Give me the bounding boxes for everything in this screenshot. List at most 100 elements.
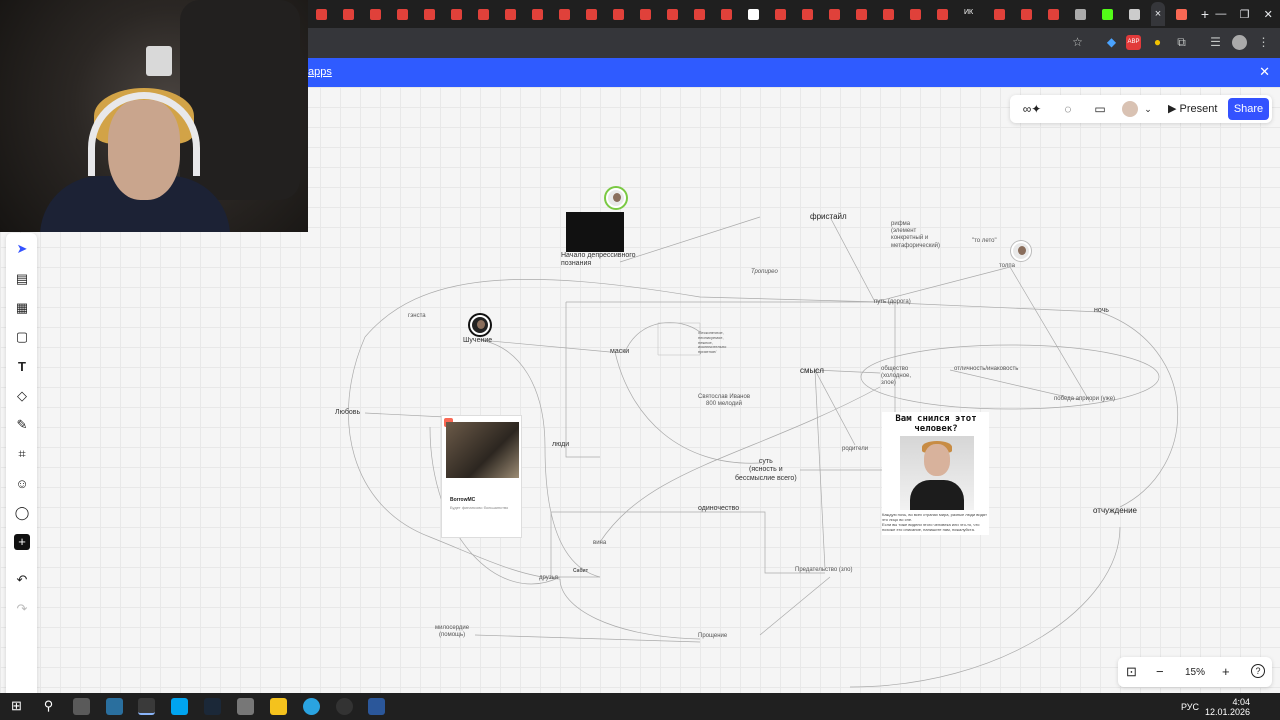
select-cursor-icon[interactable]: ➤ [14,241,30,257]
steam-icon[interactable] [204,698,221,715]
close-icon[interactable]: ✕ [1259,64,1270,80]
node-love[interactable]: Любовь [335,409,360,417]
tab-vk-icon[interactable]: ИК [964,9,978,20]
tab-youtube-icon[interactable] [910,8,921,20]
tab-google-icon[interactable] [748,8,759,20]
zoom-out-button[interactable]: − [1156,664,1164,680]
tab-youtube-icon[interactable] [1021,8,1032,20]
emoji-icon[interactable]: ☺ [14,476,30,492]
file-explorer-icon[interactable] [270,698,287,715]
new-tab-button[interactable]: + [1201,6,1209,22]
telegram-icon[interactable] [303,698,320,715]
zoom-level[interactable]: 15% [1180,665,1210,681]
node-tropireo[interactable]: Тропирео [751,269,778,276]
undo-icon[interactable]: ↶ [14,572,30,588]
node-joking[interactable]: Шучение [463,337,492,345]
tab-youtube-icon[interactable] [640,8,651,20]
node-alienation[interactable]: отчуждение [1093,506,1137,516]
tab-youtube-icon[interactable] [424,8,435,20]
language-indicator[interactable]: РУС [1181,702,1199,712]
tab-youtube-icon[interactable] [721,8,732,20]
tab-kick-icon[interactable] [1102,8,1113,20]
node-people[interactable]: люди [552,441,569,449]
fit-to-screen-icon[interactable]: ⊡ [1126,664,1137,680]
node-path[interactable]: путь (дорога) [874,299,911,306]
window-close-button[interactable]: ✕ [1256,8,1280,21]
text-icon[interactable]: T [14,359,30,375]
extension-icon[interactable]: ◆ [1104,35,1119,50]
help-button[interactable]: ? [1251,664,1265,678]
collaborator-avatar[interactable] [470,315,490,335]
tab-youtube-icon[interactable] [883,8,894,20]
obs-icon[interactable] [336,698,353,715]
tab-youtube-icon[interactable] [994,8,1005,20]
node-to-leto[interactable]: "то лето" [972,238,997,245]
tab-youtube-icon[interactable] [532,8,543,20]
node-rhyme[interactable]: рифма (элемент конкретный и метафорическ… [891,221,940,250]
node-friends[interactable]: друзья [539,575,558,582]
tab-youtube-icon[interactable] [775,8,786,20]
node-svyatoslav[interactable]: Святослав Иванов 800 мелодий [698,394,750,408]
collaborator-avatar[interactable] [606,188,626,208]
node-masks[interactable]: маски [610,348,629,356]
tab-patreon-icon[interactable] [1175,8,1187,20]
window-maximize-button[interactable]: ❐ [1233,8,1257,21]
tab-speaker-icon[interactable] [1129,8,1140,20]
tab-youtube-icon[interactable] [829,8,840,20]
tab-youtube-icon[interactable] [1048,8,1059,20]
word-icon[interactable] [368,698,385,715]
node-sabit[interactable]: Сабит [573,568,588,574]
node-victory[interactable]: победа априори (уже) [1054,396,1115,403]
network-app-icon[interactable] [237,698,254,715]
node-start[interactable]: Начало депрессивного познания [561,252,636,269]
chevron-down-icon[interactable]: ⌄ [1140,101,1156,117]
link-card[interactable]: BorrowMC Будет финансово большинство [441,415,522,538]
windows-start-icon[interactable]: ⊞ [8,698,25,715]
share-button[interactable]: Share [1228,98,1269,120]
crop-frame-icon[interactable]: ⌗ [14,446,30,462]
video-call-icon[interactable]: ▭ [1092,101,1108,117]
reactions-icon[interactable]: ∞✦ [1018,101,1046,117]
tab-youtube-icon[interactable] [478,8,489,20]
tab-youtube-icon[interactable] [667,8,678,20]
files-app-icon[interactable] [73,698,90,715]
redo-icon[interactable]: ↷ [14,601,30,617]
tab-youtube-icon[interactable] [316,8,327,20]
calculator-icon[interactable] [106,698,123,715]
node-parents[interactable]: родители [842,446,868,453]
abp-icon[interactable]: ABP [1126,35,1141,50]
system-clock[interactable]: 4:04 12.01.2026 [1205,697,1250,717]
tab-youtube-icon[interactable] [856,8,867,20]
shapes-icon[interactable]: ◇ [14,388,30,404]
frame-icon[interactable]: ▦ [14,300,30,316]
screenshot-thumbnail[interactable] [566,212,624,252]
node-loneliness[interactable]: одиночество [698,505,739,513]
present-button[interactable]: ▶ Present [1160,98,1225,120]
node-gangsta[interactable]: гэнста [408,313,426,320]
tab-youtube-icon[interactable] [343,8,354,20]
active-tab-close-button[interactable]: × [1151,2,1165,26]
apps-link[interactable]: apps [308,66,332,78]
playlist-icon[interactable]: ☰ [1208,35,1223,50]
sticky-note-icon[interactable]: ▢ [14,329,30,345]
tab-youtube-icon[interactable] [586,8,597,20]
chat-icon[interactable]: ◌ [1060,101,1076,117]
node-crowd[interactable]: толпа [999,263,1015,270]
tab-youtube-icon[interactable] [937,8,948,20]
search-icon[interactable]: ⚲ [40,698,57,715]
tab-chrome-icon[interactable] [1075,8,1086,20]
app-icon[interactable] [171,698,188,715]
tab-youtube-icon[interactable] [559,8,570,20]
node-betrayal[interactable]: Предательство (зло) [795,567,852,574]
node-sense[interactable]: смысл [800,366,824,376]
template-icon[interactable]: ▤ [14,271,30,287]
node-night[interactable]: ночь [1094,307,1109,315]
profile-icon[interactable] [1232,35,1247,50]
tab-youtube-icon[interactable] [802,8,813,20]
node-forgiveness[interactable]: Прощение [698,633,727,640]
comment-icon[interactable]: ◯ [14,505,30,521]
tab-youtube-icon[interactable] [505,8,516,20]
tab-youtube-icon[interactable] [694,8,705,20]
add-icon[interactable]: + [14,534,30,550]
chrome-icon[interactable] [138,698,155,715]
